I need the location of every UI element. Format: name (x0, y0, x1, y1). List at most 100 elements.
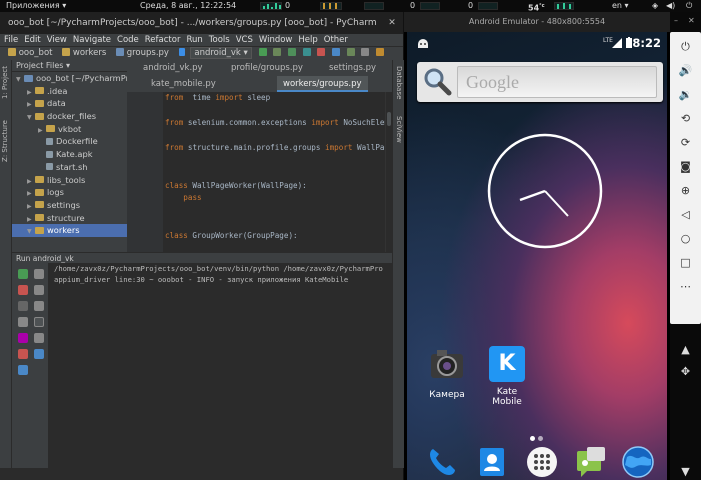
applications-menu[interactable]: Приложения ▾ (6, 0, 66, 12)
menu-run[interactable]: Run (186, 35, 202, 45)
search-input[interactable]: Google (457, 66, 657, 98)
help-icon[interactable] (18, 365, 28, 375)
back-icon[interactable]: ◁ (676, 205, 695, 224)
close-icon[interactable] (18, 349, 28, 359)
close-icon[interactable]: ✕ (688, 16, 695, 25)
tree-item[interactable]: ▶ data (12, 97, 127, 110)
breadcrumb-file[interactable]: groups.py (127, 48, 169, 58)
more-icon[interactable]: ⋯ (676, 277, 695, 296)
layout-icon[interactable] (18, 317, 28, 327)
breadcrumb-folder[interactable]: workers (73, 48, 106, 58)
power-menu-icon[interactable]: ⏻ (686, 0, 692, 12)
chevron-down-icon[interactable]: ▼ (27, 226, 35, 239)
tool-tab-sciview[interactable]: SciView (395, 116, 403, 143)
tree-item[interactable]: Kate.apk (12, 148, 127, 161)
run-console[interactable]: /home/zavx0z/PycharmProjects/ooo_bot/ven… (48, 263, 392, 468)
tree-item[interactable]: ▶ structure (12, 212, 127, 225)
minimize-icon[interactable]: – (674, 16, 678, 25)
breadcrumb-project[interactable]: ooo_bot (19, 48, 53, 58)
close-icon[interactable]: ✕ (387, 18, 397, 28)
home-icon[interactable]: ○ (676, 229, 695, 248)
tab-workers-groups[interactable]: workers/groups.py (277, 76, 368, 92)
move-icon[interactable]: ✥ (676, 362, 695, 381)
network-icon[interactable]: ◈ (652, 0, 658, 12)
volume-icon[interactable]: ◀) (666, 0, 675, 12)
editor-scrollbar[interactable] (385, 92, 392, 252)
rerun-icon[interactable] (18, 269, 28, 279)
analog-clock-widget[interactable] (482, 128, 608, 254)
tree-item[interactable]: start.sh (12, 161, 127, 174)
menu-code[interactable]: Code (117, 35, 139, 45)
tree-item[interactable]: ▼ ooo_bot [~/PycharmProj (12, 72, 127, 85)
rotate-right-icon[interactable]: ⟳ (676, 133, 695, 152)
camera-icon[interactable]: ◙ (676, 157, 695, 176)
menu-other[interactable]: Other (324, 35, 348, 45)
down-arrow-icon[interactable]: ▼ (676, 462, 695, 480)
tree-item[interactable]: ▼ docker_files (12, 110, 127, 123)
tree-item[interactable]: ▶ vkbot (12, 123, 127, 136)
stop-icon[interactable] (18, 285, 28, 295)
power-icon[interactable]: ⏻ (676, 37, 695, 56)
tab-android-vk[interactable]: android_vk.py (137, 60, 209, 76)
run-tab[interactable]: Run android_vk (16, 254, 74, 263)
tree-item[interactable]: ▼ workers (12, 224, 127, 237)
rotate-left-icon[interactable]: ⟲ (676, 109, 695, 128)
contacts-icon[interactable] (475, 445, 509, 479)
scroll-down-icon[interactable] (34, 285, 44, 295)
tool-tab-structure[interactable]: Z: Structure (1, 120, 9, 162)
debug-icon[interactable] (273, 48, 282, 56)
emulator-titlebar[interactable]: Android Emulator - 480x800:5554 (404, 12, 670, 32)
pycharm-titlebar[interactable]: ooo_bot [~/PycharmProjects/ooo_bot] - ..… (0, 12, 403, 34)
volume-up-icon[interactable]: 🔊 (676, 61, 695, 80)
phone-icon[interactable] (425, 445, 459, 479)
volume-down-icon[interactable]: 🔉 (676, 85, 695, 104)
overview-icon[interactable]: □ (676, 253, 695, 272)
tab-profile-groups[interactable]: profile/groups.py (225, 60, 309, 76)
stop-icon[interactable] (317, 48, 326, 56)
up-arrow-icon[interactable]: ▲ (676, 340, 695, 359)
clock-datetime[interactable]: Среда, 8 авг., 12:22:54 (140, 0, 236, 12)
run-icon[interactable] (258, 48, 267, 56)
code-editor[interactable]: from time import sleep from selenium.comm… (163, 92, 385, 252)
keyboard-layout[interactable]: en ▾ (612, 0, 629, 12)
menu-window[interactable]: Window (259, 35, 293, 45)
tab-kate-mobile[interactable]: kate_mobile.py (145, 76, 222, 92)
tree-item[interactable]: ▶ libs_tools (12, 174, 127, 187)
pause-icon[interactable] (18, 301, 28, 311)
browser-icon[interactable] (621, 445, 655, 479)
menu-refactor[interactable]: Refactor (145, 35, 181, 45)
tool-tab-database[interactable]: Database (395, 66, 403, 99)
history-icon[interactable] (361, 48, 370, 56)
menu-navigate[interactable]: Navigate (73, 35, 111, 45)
tree-item[interactable]: Dockerfile (12, 135, 127, 148)
android-screen[interactable]: LTE 8:22 Google Камера K Kate Mobile (407, 32, 667, 480)
google-search-widget[interactable]: Google (417, 62, 663, 102)
app-kate-mobile[interactable]: K Kate Mobile (482, 346, 532, 407)
menu-file[interactable]: File (4, 35, 18, 45)
menu-view[interactable]: View (47, 35, 67, 45)
revert-icon[interactable] (376, 48, 385, 56)
pin-icon[interactable] (18, 333, 28, 343)
vcs-commit-icon[interactable] (346, 48, 355, 56)
tab-settings[interactable]: settings.py (323, 60, 382, 76)
build-icon[interactable] (178, 48, 185, 56)
messaging-icon[interactable] (573, 445, 607, 479)
tree-item[interactable]: ▶ logs (12, 186, 127, 199)
tool-tab-project[interactable]: 1: Project (1, 66, 9, 99)
menu-help[interactable]: Help (298, 35, 317, 45)
tree-item[interactable]: ▶ settings (12, 199, 127, 212)
vcs-update-icon[interactable] (332, 48, 341, 56)
menu-vcs[interactable]: VCS (236, 35, 253, 45)
zoom-icon[interactable]: ⊕ (676, 181, 695, 200)
soft-wrap-icon[interactable] (34, 301, 44, 311)
tree-item[interactable]: ▶ .idea (12, 85, 127, 98)
app-drawer-icon[interactable] (525, 445, 559, 479)
profile-icon[interactable] (302, 48, 311, 56)
print-icon[interactable] (34, 333, 44, 343)
app-camera[interactable]: Камера (422, 346, 472, 400)
project-view-selector[interactable]: Project Files ▾ (12, 60, 127, 72)
scroll-up-icon[interactable] (34, 269, 44, 279)
menu-tools[interactable]: Tools (209, 35, 230, 45)
trash-icon[interactable] (34, 349, 44, 359)
run-config-select[interactable]: android_vk ▾ (190, 47, 252, 59)
